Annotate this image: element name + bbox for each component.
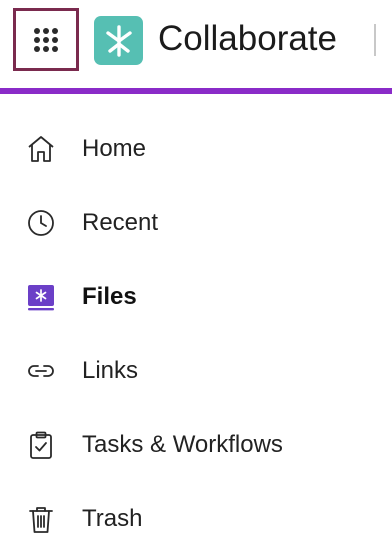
sidebar-item-links[interactable]: Links bbox=[0, 341, 392, 401]
sidebar-item-label: Recent bbox=[82, 209, 159, 236]
app-header: Collaborate bbox=[0, 0, 392, 88]
clipboard-check-icon bbox=[26, 430, 56, 460]
sidebar-item-trash[interactable]: Trash bbox=[0, 489, 392, 549]
app-name: Collaborate bbox=[158, 19, 337, 58]
trash-icon bbox=[26, 504, 56, 534]
sidebar-item-recent[interactable]: Recent bbox=[0, 193, 392, 253]
grid-dots-icon bbox=[34, 27, 58, 52]
accent-bar bbox=[0, 88, 392, 94]
header-divider bbox=[374, 24, 376, 56]
asterisk-logo-icon bbox=[105, 24, 132, 57]
sidebar-item-label: Trash bbox=[82, 505, 143, 532]
sidebar-item-home[interactable]: Home bbox=[0, 119, 392, 179]
link-icon bbox=[26, 356, 56, 386]
clock-icon bbox=[26, 208, 56, 238]
app-logo[interactable] bbox=[94, 16, 143, 65]
home-icon bbox=[26, 134, 56, 164]
files-icon bbox=[26, 282, 56, 312]
app-launcher-button[interactable] bbox=[13, 8, 79, 71]
sidebar-item-files[interactable]: Files bbox=[0, 267, 392, 327]
sidebar-item-tasks-workflows[interactable]: Tasks & Workflows bbox=[0, 415, 392, 475]
sidebar-item-label: Home bbox=[82, 135, 147, 162]
sidebar-item-label: Links bbox=[82, 357, 139, 384]
sidebar-item-label: Tasks & Workflows bbox=[82, 431, 283, 458]
sidebar-item-label: Files bbox=[82, 283, 137, 310]
